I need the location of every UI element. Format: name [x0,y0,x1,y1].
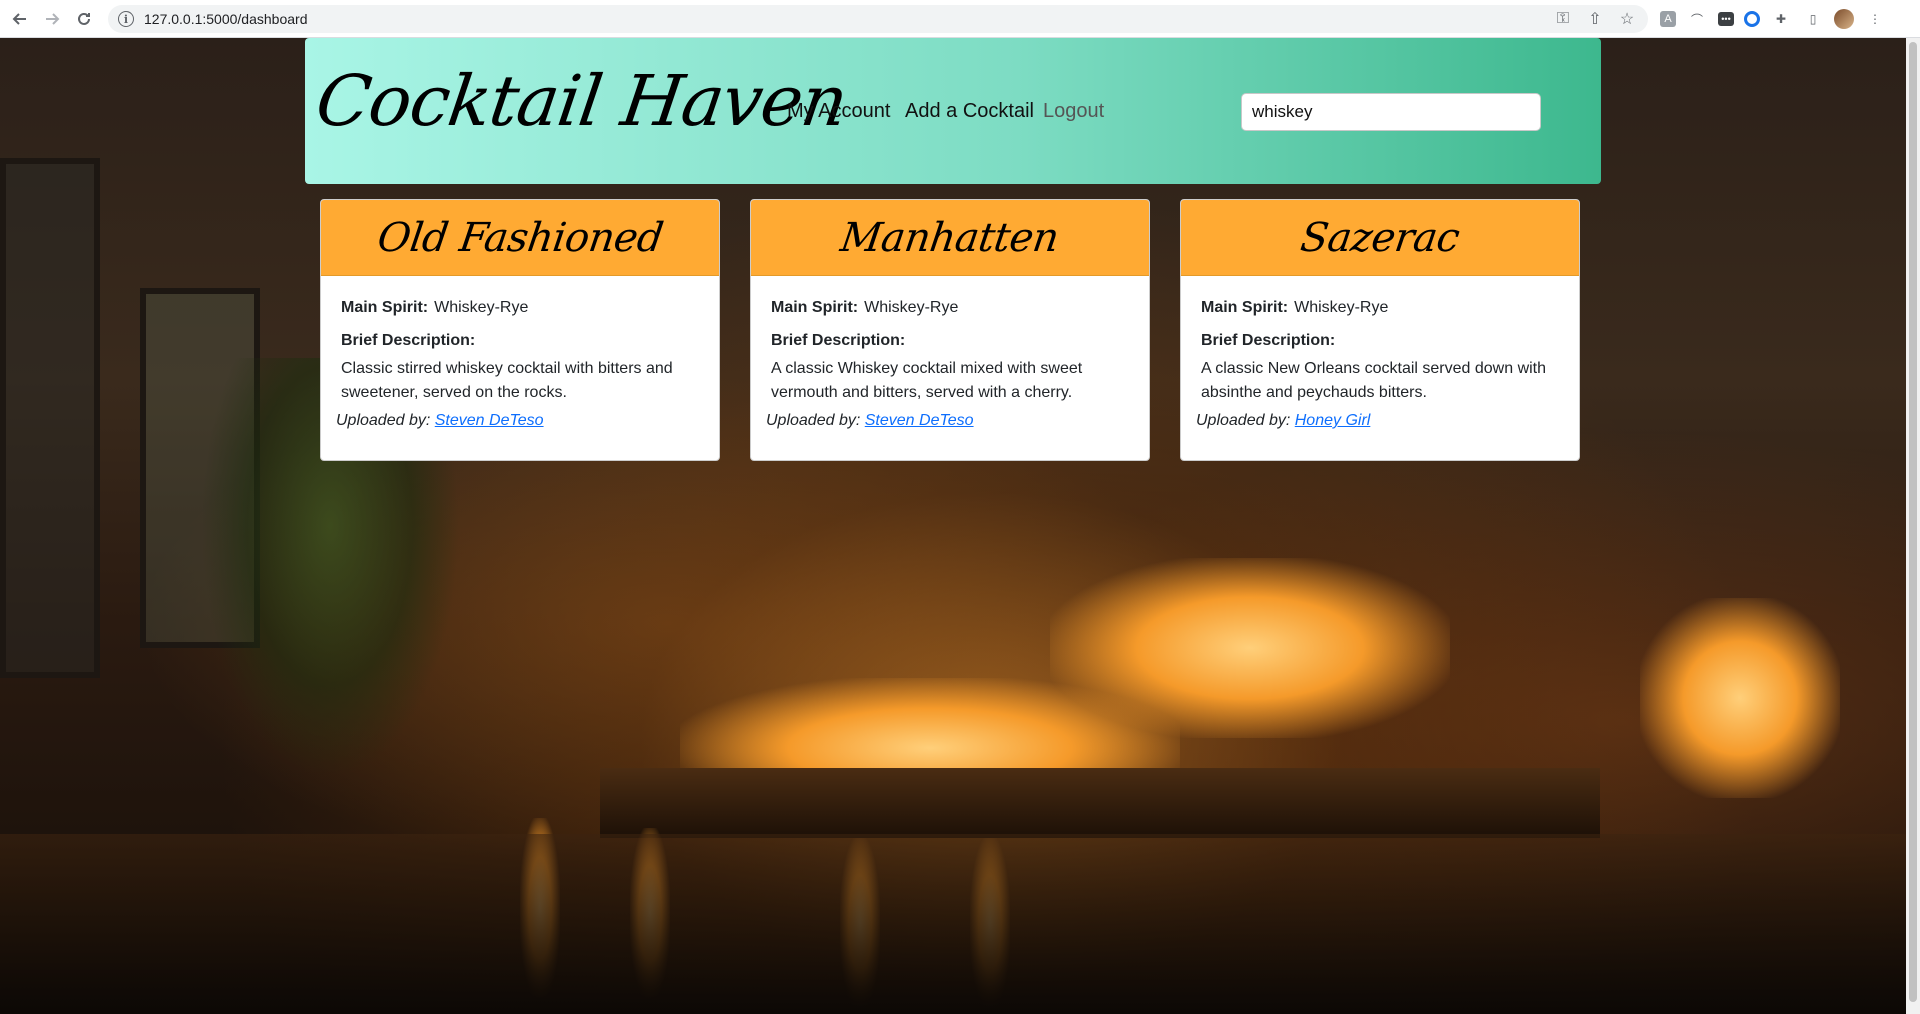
card-header: Manhatten [751,200,1149,276]
cocktail-description: A classic New Orleans cocktail served do… [1201,360,1547,401]
bg-shelf-light [1050,558,1450,738]
circle-extension-icon[interactable] [1744,11,1760,27]
main-spirit-value: Whiskey-Rye [1294,299,1389,316]
nav-my-account[interactable]: My Account [787,100,890,123]
puzzle-icon[interactable]: ✚ [1770,8,1792,30]
address-bar[interactable]: i 127.0.0.1:5000/dashboard ⚿ ⇧ ☆ [108,5,1648,33]
uploaded-by-label: Uploaded by: [336,412,431,429]
uploaded-by-label: Uploaded by: [766,412,861,429]
key-icon[interactable]: ⚿ [1554,10,1572,28]
cocktail-card: Old Fashioned Main Spirit: Whiskey-Rye Br… [320,199,720,461]
cocktail-card: Manhatten Main Spirit: Whiskey-Rye Brief … [750,199,1150,461]
main-spirit-label: Main Spirit: [1201,299,1289,316]
extension-icon[interactable]: A [1660,11,1676,27]
bookmark-star-icon[interactable]: ☆ [1618,10,1636,28]
bg-right-light [1640,598,1840,798]
dev-extension-icon[interactable]: ••• [1718,12,1734,26]
uploader-link[interactable]: Steven DeTeso [865,412,974,429]
url-text: 127.0.0.1:5000/dashboard [144,11,308,27]
scrollbar-thumb[interactable] [1909,42,1917,1002]
site-info-icon[interactable]: i [118,11,134,27]
reload-icon[interactable] [72,7,96,31]
main-spirit-label: Main Spirit: [771,299,859,316]
brief-description-label: Brief Description: [341,332,476,349]
browser-toolbar: i 127.0.0.1:5000/dashboard ⚿ ⇧ ☆ A ⌒ •••… [0,0,1920,38]
cocktail-name[interactable]: Manhatten [838,215,1062,261]
card-header: Sazerac [1181,200,1579,276]
bg-counter [600,768,1600,838]
uploader-link[interactable]: Steven DeTeso [435,412,544,429]
page-scrollbar[interactable] [1906,38,1920,1014]
bg-floor [0,834,1906,1014]
cocktail-card: Sazerac Main Spirit: Whiskey-Rye Brief De… [1180,199,1580,461]
brand-logo[interactable]: Cocktail Haven [311,60,852,142]
share-icon[interactable]: ⇧ [1586,10,1604,28]
nav-logout[interactable]: Logout [1043,100,1104,123]
cocktail-description: Classic stirred whiskey cocktail with bi… [341,360,673,401]
menu-dots-icon[interactable]: ⋮ [1864,8,1886,30]
uploader-link[interactable]: Honey Girl [1295,412,1371,429]
back-icon[interactable] [8,7,32,31]
bg-pillar-left [0,158,100,678]
forward-icon[interactable] [40,7,64,31]
rainbow-extension-icon[interactable]: ⌒ [1686,8,1708,30]
uploaded-by-label: Uploaded by: [1196,412,1291,429]
brief-description-label: Brief Description: [771,332,906,349]
main-spirit-value: Whiskey-Rye [864,299,959,316]
cocktail-name[interactable]: Sazerac [1298,215,1462,261]
brief-description-label: Brief Description: [1201,332,1336,349]
cocktail-name[interactable]: Old Fashioned [375,215,666,261]
main-spirit-label: Main Spirit: [341,299,429,316]
main-spirit-value: Whiskey-Rye [434,299,529,316]
search-input[interactable] [1241,93,1541,131]
bar-background-image [0,38,1906,1014]
card-header: Old Fashioned [321,200,719,276]
nav-add-cocktail[interactable]: Add a Cocktail [905,100,1034,123]
profile-avatar[interactable] [1834,9,1854,29]
side-panel-icon[interactable]: ▯ [1802,8,1824,30]
cocktail-description: A classic Whiskey cocktail mixed with sw… [771,360,1083,401]
site-header: Cocktail Haven My Account Add a Cocktail… [305,38,1601,184]
